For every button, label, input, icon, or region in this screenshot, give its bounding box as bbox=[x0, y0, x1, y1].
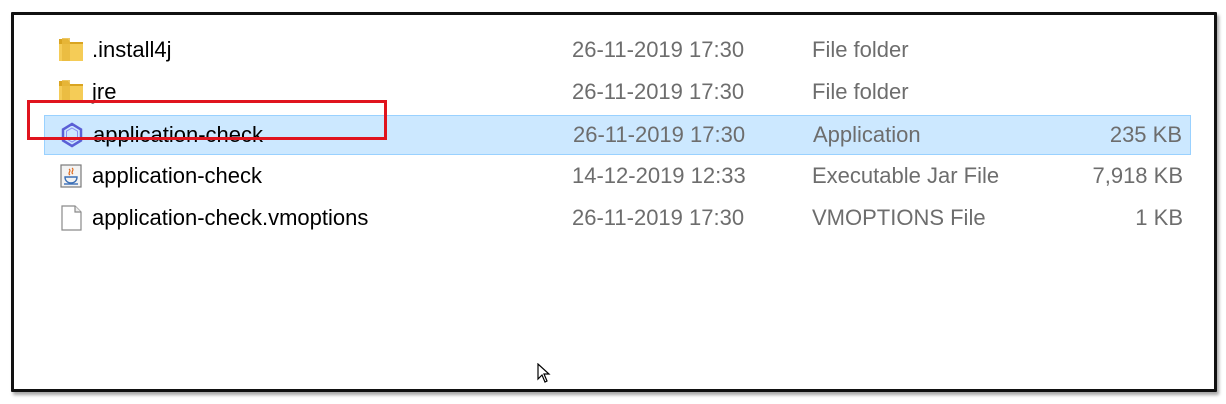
file-type: VMOPTIONS File bbox=[812, 205, 986, 230]
file-date: 26-11-2019 17:30 bbox=[572, 79, 745, 104]
mouse-cursor-icon bbox=[537, 363, 551, 383]
java-jar-icon bbox=[56, 161, 86, 191]
folder-icon bbox=[56, 35, 86, 65]
file-type: Executable Jar File bbox=[812, 163, 1000, 188]
file-name: jre bbox=[92, 79, 117, 104]
file-date: 26-11-2019 17:30 bbox=[573, 122, 746, 147]
file-list-window: .install4j 26-11-2019 17:30 File folder … bbox=[11, 12, 1217, 392]
file-row-install4j[interactable]: .install4j 26-11-2019 17:30 File folder bbox=[44, 31, 1191, 71]
file-row-application-check-vmoptions[interactable]: application-check.vmoptions 26-11-2019 1… bbox=[44, 199, 1191, 239]
file-date: 26-11-2019 17:30 bbox=[572, 205, 745, 230]
file-name: application-check.vmoptions bbox=[92, 205, 369, 230]
file-size: 7,918 KB bbox=[1092, 163, 1183, 188]
file-type: File folder bbox=[812, 79, 909, 104]
file-type: Application bbox=[813, 122, 921, 147]
file-size: 1 KB bbox=[1135, 205, 1183, 230]
file-row-jre[interactable]: jre 26-11-2019 17:30 File folder bbox=[44, 73, 1191, 113]
file-row-application-check-exe[interactable]: application-check 26-11-2019 17:30 Appli… bbox=[44, 115, 1191, 155]
application-hexagon-icon bbox=[57, 120, 87, 150]
folder-icon bbox=[56, 77, 86, 107]
blank-file-icon bbox=[56, 203, 86, 233]
file-name: .install4j bbox=[92, 37, 172, 62]
file-date: 14-12-2019 12:33 bbox=[572, 163, 746, 188]
file-name: application-check bbox=[93, 122, 263, 147]
file-name: application-check bbox=[92, 163, 262, 188]
file-type: File folder bbox=[812, 37, 909, 62]
file-row-application-check-jar[interactable]: application-check 14-12-2019 12:33 Execu… bbox=[44, 157, 1191, 197]
file-size: 235 KB bbox=[1109, 122, 1182, 147]
file-date: 26-11-2019 17:30 bbox=[572, 37, 745, 62]
